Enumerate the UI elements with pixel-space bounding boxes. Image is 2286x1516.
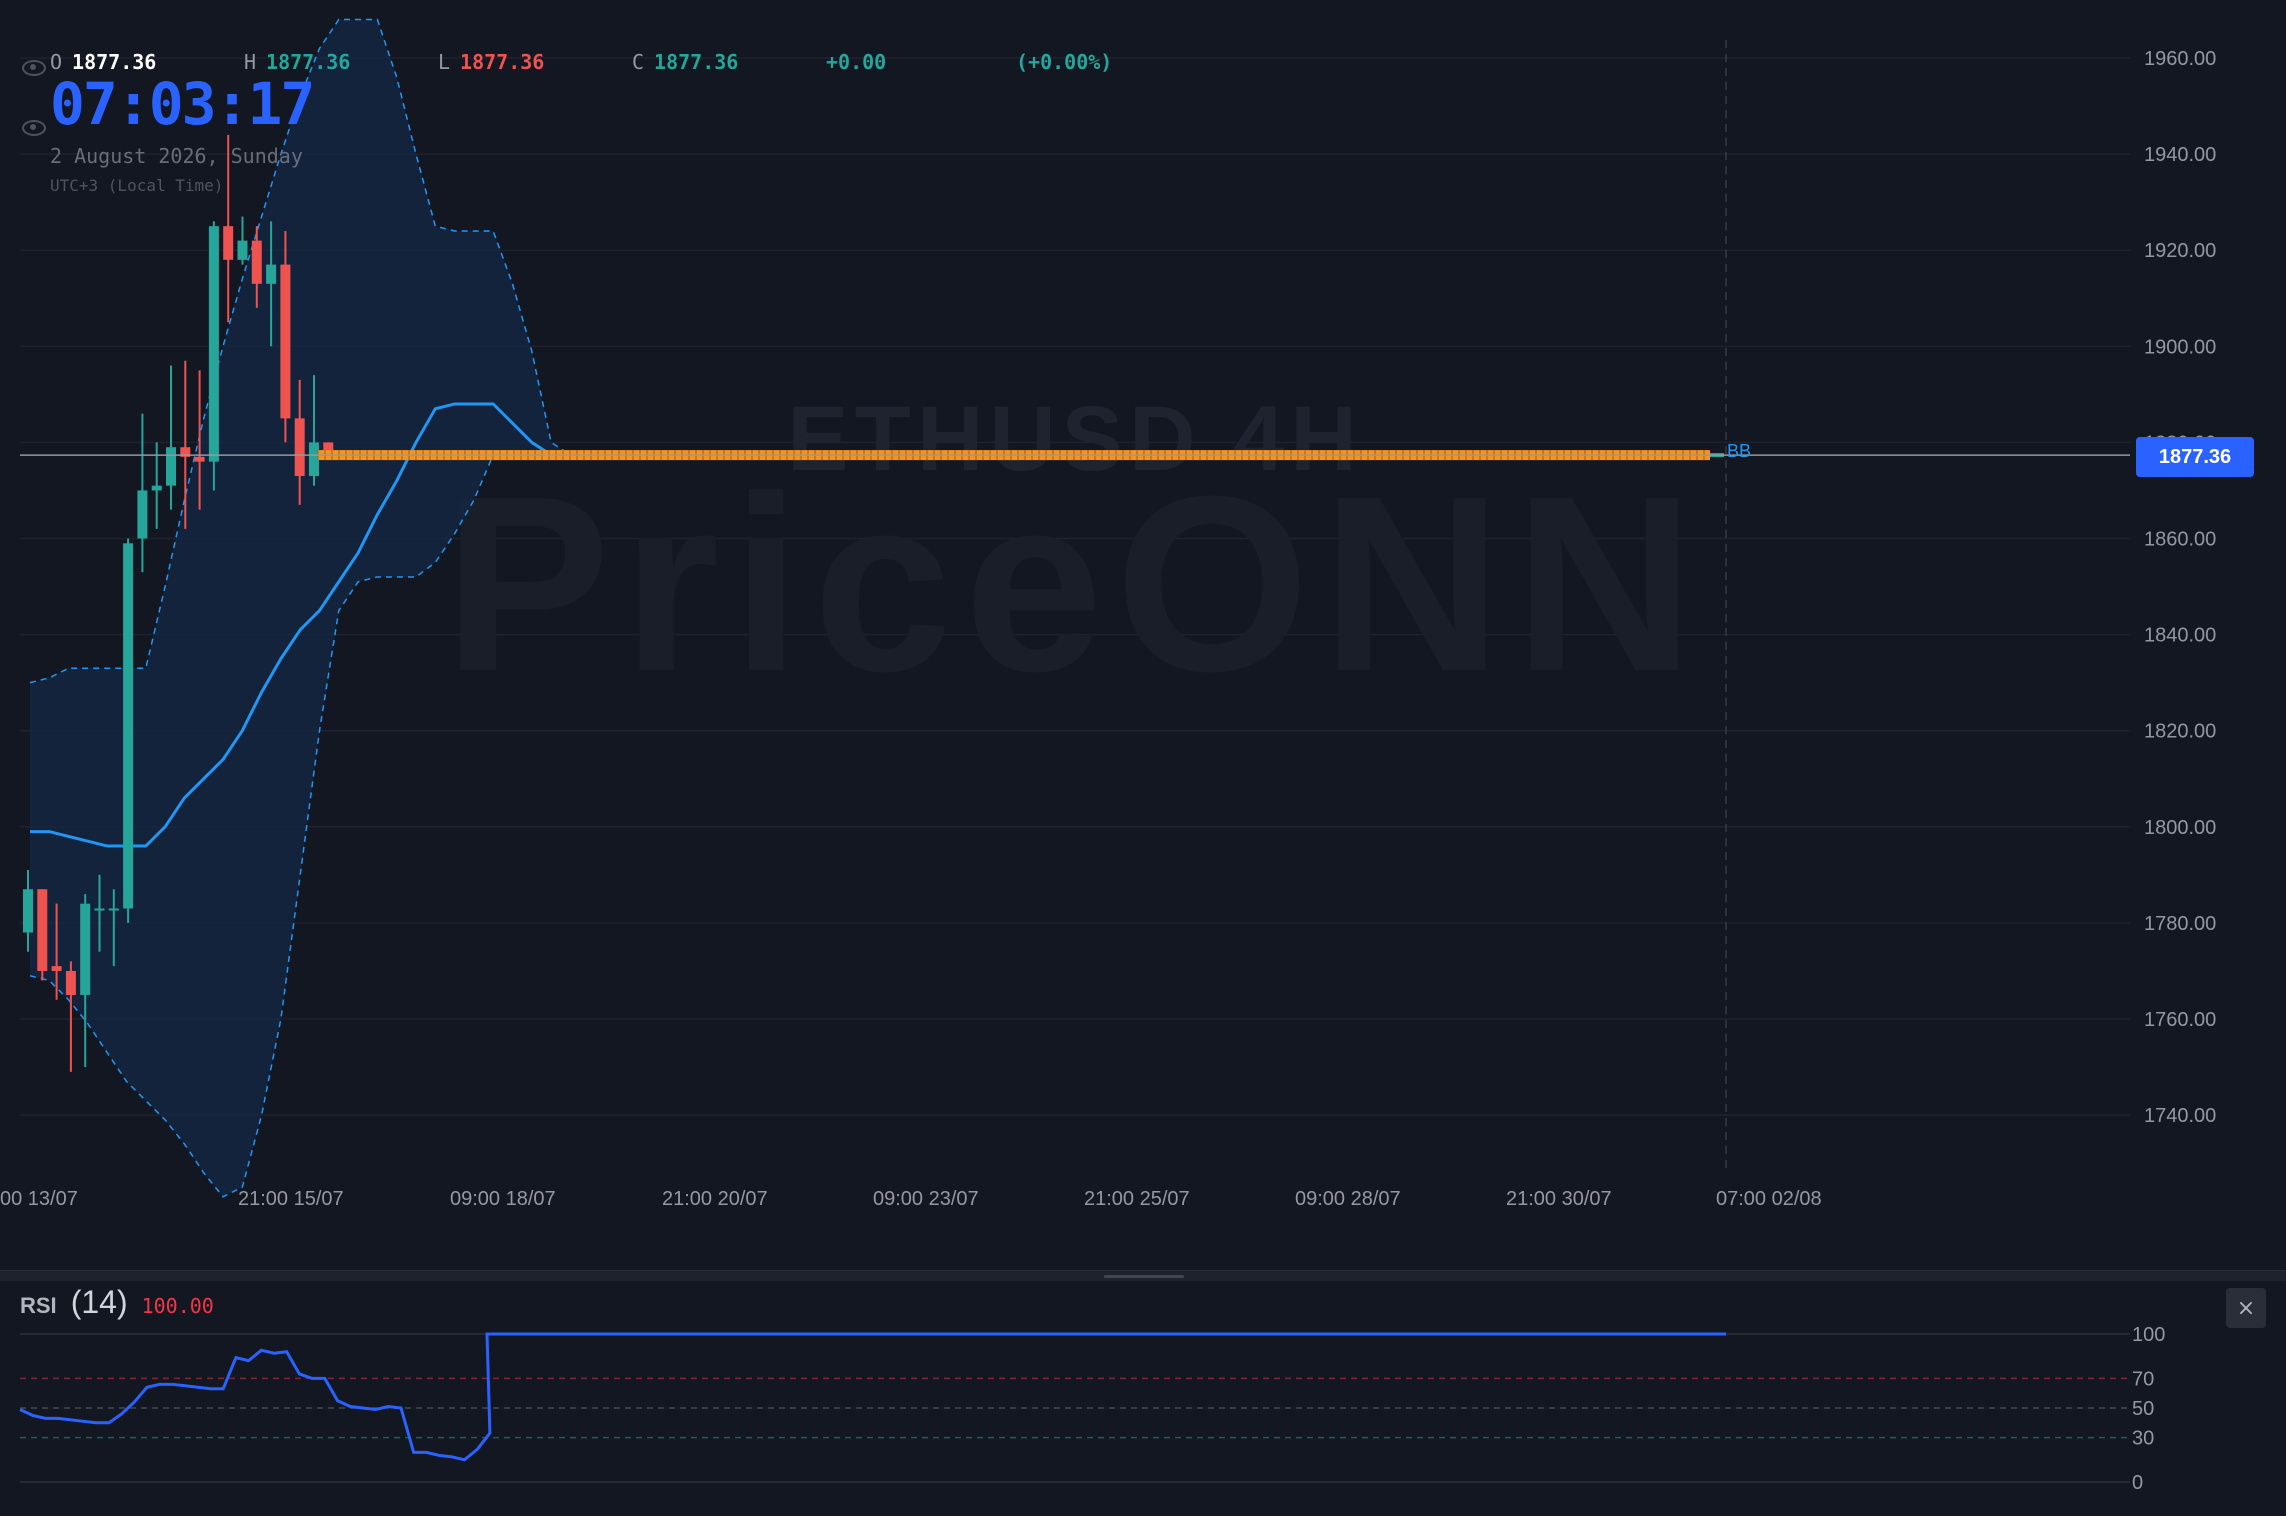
- change-percent: (+0.00%): [1016, 50, 1113, 74]
- rsi-period: (14): [70, 1284, 128, 1320]
- rsi-tick-label: 100: [2132, 1324, 2165, 1346]
- rsi-tick-label: 30: [2132, 1428, 2154, 1450]
- rsi-line: [19, 1332, 1726, 1462]
- candle-body: [280, 264, 291, 419]
- time-tick-label: 09:00 23/07: [873, 1188, 979, 1210]
- clock-date: 2 August 2026, Sunday: [50, 144, 303, 168]
- low-label: L: [438, 50, 451, 74]
- close-value: 1877.36: [654, 50, 739, 74]
- pane-resize-handle[interactable]: [1104, 1275, 1184, 1278]
- close-icon[interactable]: ×: [2226, 1288, 2266, 1328]
- price-tick-label: 1840.00: [2144, 625, 2216, 647]
- candle-body: [151, 485, 162, 491]
- low-value: 1877.36: [460, 50, 545, 74]
- candle-body: [51, 966, 62, 971]
- candle-body: [37, 889, 48, 971]
- rsi-tick-label: 0: [2132, 1472, 2143, 1494]
- candle-body: [237, 240, 248, 260]
- low-group: L 1877.36: [438, 50, 544, 74]
- candle-body: [137, 490, 148, 539]
- candle-body: [223, 226, 234, 260]
- candle-body: [94, 908, 105, 911]
- rsi-series: [19, 1332, 1726, 1462]
- visibility-eye-icon[interactable]: [22, 60, 46, 76]
- price-axis: 1960.001940.001920.001900.001880.001860.…: [2144, 48, 2216, 1127]
- candle-body: [123, 543, 134, 909]
- candle-body: [108, 908, 119, 911]
- rsi-chart[interactable]: 100 70 50 30 0: [0, 1280, 2286, 1516]
- time-tick-label: 21:00 30/07: [1506, 1188, 1612, 1210]
- clock-timezone: UTC+3 (Local Time): [50, 176, 224, 195]
- price-tick-label: 1760.00: [2144, 1009, 2216, 1031]
- last-price-tag: 1877.36: [2136, 437, 2254, 477]
- candle-body: [194, 456, 205, 462]
- clock-time: 07:03:17: [50, 70, 315, 138]
- candle-body: [251, 240, 262, 284]
- price-chart[interactable]: ETHUSD 4H PriceONN 1960.00 1940.00 1920.00…: [0, 0, 2286, 1270]
- time-tick-label: 09:00 18/07: [450, 1188, 556, 1210]
- time-tick-label: 00 13/07: [0, 1188, 78, 1210]
- watermark-brand: PriceONN: [443, 444, 1706, 723]
- price-tick-label: 1960.00: [2144, 48, 2216, 70]
- candle-body: [65, 970, 76, 995]
- price-tick-label: 1780.00: [2144, 913, 2216, 935]
- time-tick-label: 07:00 02/08: [1716, 1188, 1822, 1210]
- candle-body: [23, 889, 33, 933]
- candle-body: [294, 418, 305, 477]
- watermark: ETHUSD 4H PriceONN: [443, 388, 1706, 723]
- rsi-tick-label: 50: [2132, 1398, 2154, 1420]
- bb-label: BB: [1727, 441, 1751, 461]
- candle-body: [266, 264, 277, 284]
- rsi-legend: RSI (14) 100.00: [20, 1284, 214, 1321]
- change-value: +0.00: [826, 50, 887, 74]
- price-tick-label: 1940.00: [2144, 144, 2216, 166]
- price-tick-label: 1800.00: [2144, 817, 2216, 839]
- rsi-tick-label: 70: [2132, 1368, 2154, 1390]
- rsi-levels: [20, 1333, 2130, 1483]
- price-tick-label: 1920.00: [2144, 240, 2216, 262]
- time-tick-label: 21:00 25/07: [1084, 1188, 1190, 1210]
- price-tick-label: 1740.00: [2144, 1105, 2216, 1127]
- visibility-eye-icon-2[interactable]: [22, 120, 46, 136]
- close-label: C: [632, 50, 645, 74]
- price-tick-label: 1900.00: [2144, 336, 2216, 358]
- time-tick-label: 21:00 15/07: [238, 1188, 344, 1210]
- time-axis: 00 13/07 21:00 15/07 09:00 18/07 21:00 20/0…: [0, 1188, 1822, 1210]
- close-group: C 1877.36: [632, 50, 738, 74]
- price-tick-label: 1820.00: [2144, 721, 2216, 743]
- time-tick-label: 09:00 28/07: [1295, 1188, 1401, 1210]
- rsi-axis: 100 70 50 30 0: [2132, 1324, 2165, 1494]
- rsi-name: RSI: [20, 1293, 57, 1318]
- candle-body: [166, 447, 176, 486]
- candle-body: [80, 903, 91, 995]
- rsi-value: 100.00: [141, 1294, 214, 1318]
- price-tick-label: 1860.00: [2144, 529, 2216, 551]
- candle-body: [208, 226, 219, 462]
- time-tick-label: 21:00 20/07: [662, 1188, 768, 1210]
